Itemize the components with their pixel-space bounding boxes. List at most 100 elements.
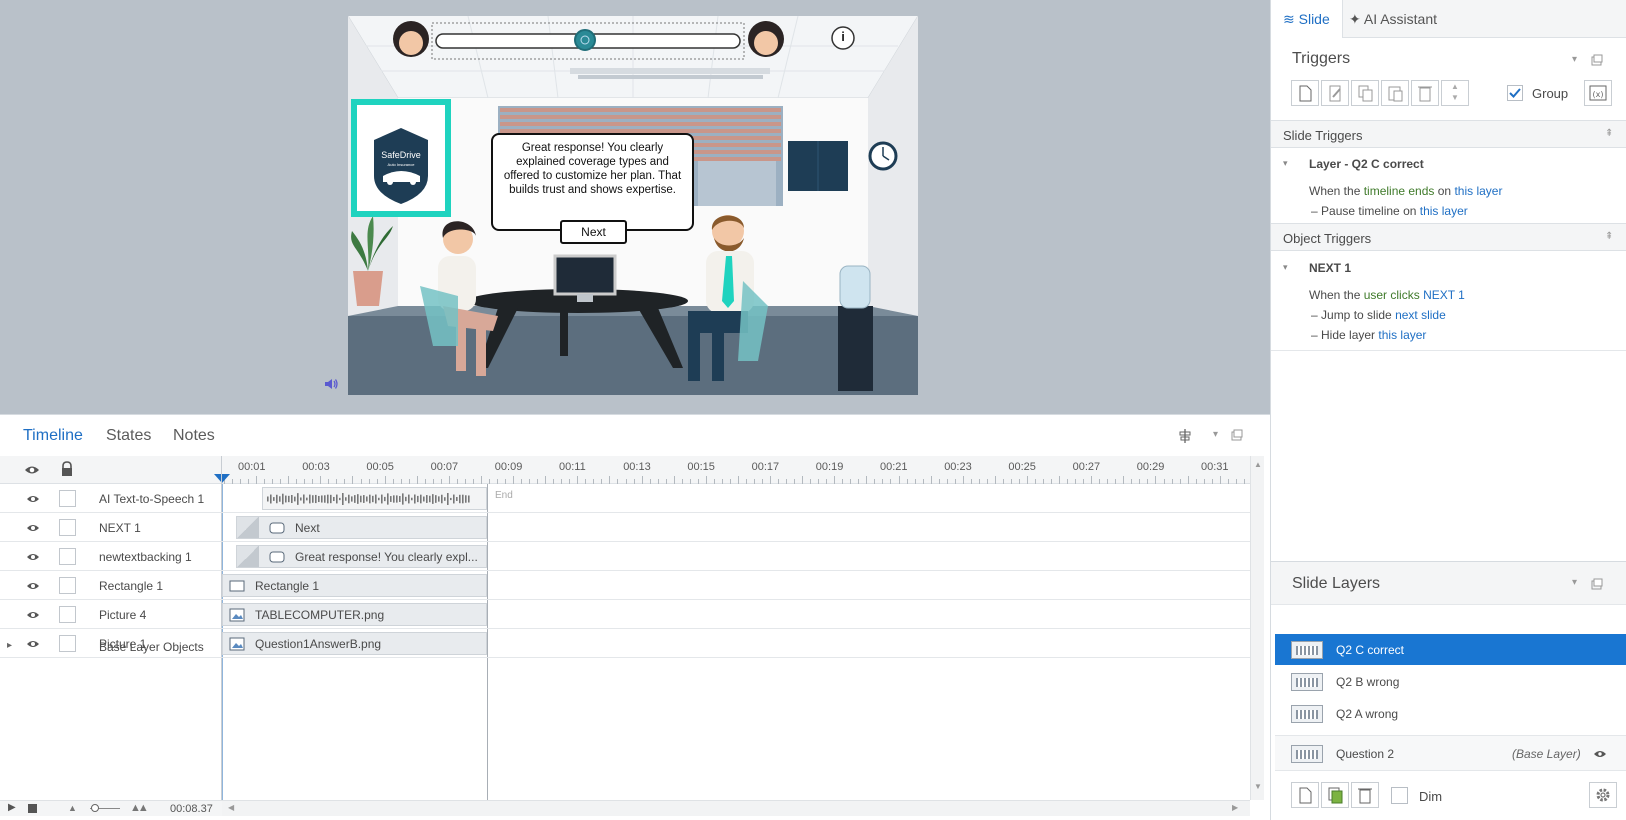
eye-icon[interactable] <box>1593 749 1607 759</box>
timeline-object-bar[interactable]: Great response! You clearly expl... <box>236 545 487 568</box>
entrance-transition[interactable] <box>237 517 259 538</box>
tab-ai-assistant[interactable]: ✦ AI Assistant <box>1337 0 1449 38</box>
layer-row-q2-c-correct[interactable]: Q2 C correct <box>1275 634 1626 665</box>
timeline-object-bar[interactable]: Question1AnswerB.png <box>222 632 487 655</box>
timeline-row[interactable]: newtextbacking 1 Great response! You clea… <box>0 542 1250 571</box>
delete-layer-button[interactable] <box>1351 782 1379 808</box>
timeline-row[interactable]: Rectangle 1 Rectangle 1 <box>0 571 1250 600</box>
slide-trigger-1-action[interactable]: – Pause timeline on this layer <box>1311 204 1468 218</box>
scroll-left-icon[interactable]: ◀ <box>228 803 234 812</box>
duplicate-layer-button[interactable] <box>1321 782 1349 808</box>
panel-menu-icon[interactable]: ▾ <box>1213 429 1218 440</box>
entrance-transition[interactable] <box>237 546 259 567</box>
tab-slide[interactable]: ≋ Slide <box>1271 0 1343 38</box>
move-trigger-buttons[interactable]: ▲ ▼ <box>1441 80 1469 106</box>
layer-row-base[interactable]: Question 2 (Base Layer) <box>1275 735 1626 771</box>
trigger-object[interactable]: this layer <box>1454 184 1502 198</box>
object-trigger-1[interactable]: When the user clicks NEXT 1 <box>1309 288 1465 302</box>
object-trigger-1-action-1[interactable]: – Jump to slide next slide <box>1311 308 1446 322</box>
trigger-event[interactable]: user clicks <box>1364 288 1420 302</box>
zoom-slider-thumb[interactable] <box>91 804 99 812</box>
trigger-action[interactable]: Pause timeline <box>1321 204 1400 218</box>
group-checkbox[interactable] <box>1507 85 1523 101</box>
lock-toggle[interactable] <box>59 490 76 507</box>
layers-undock-icon[interactable] <box>1591 578 1603 590</box>
scroll-up-icon[interactable]: ▲ <box>1254 460 1262 469</box>
row-name[interactable]: Picture 4 <box>99 608 146 622</box>
eye-icon[interactable] <box>26 521 40 535</box>
zoom-in-icon[interactable]: ▲▲ <box>130 802 149 814</box>
triggers-menu-icon[interactable]: ▾ <box>1572 54 1577 65</box>
new-trigger-button[interactable] <box>1291 80 1319 106</box>
stop-icon[interactable] <box>28 804 37 813</box>
new-layer-button[interactable] <box>1291 782 1319 808</box>
trigger-object[interactable]: this layer <box>1420 204 1468 218</box>
delete-trigger-button[interactable] <box>1411 80 1439 106</box>
eye-icon[interactable] <box>26 492 40 506</box>
collapse-icon[interactable]: ⇞ <box>1605 231 1613 242</box>
triggers-undock-icon[interactable] <box>1591 54 1603 66</box>
paste-trigger-button[interactable] <box>1381 80 1409 106</box>
timeline-row[interactable]: NEXT 1 Next <box>0 513 1250 542</box>
expand-arrow-icon[interactable]: ▸ <box>7 640 12 651</box>
trigger-action[interactable]: Jump to slide <box>1321 308 1392 322</box>
tab-notes[interactable]: Notes <box>173 427 215 445</box>
timeline-horizontal-scrollbar[interactable]: ◀ ▶ <box>222 800 1250 816</box>
trigger-object[interactable]: NEXT 1 <box>1423 288 1465 302</box>
zoom-out-icon[interactable]: ▲ <box>68 803 77 813</box>
base-layer-objects-label[interactable]: Base Layer Objects <box>99 640 204 654</box>
layer-row-q2-a-wrong[interactable]: Q2 A wrong <box>1275 698 1626 729</box>
timeline-object-bar[interactable] <box>262 487 487 510</box>
layer-row-q2-b-wrong[interactable]: Q2 B wrong <box>1275 666 1626 697</box>
scroll-right-icon[interactable]: ▶ <box>1232 803 1238 812</box>
playhead-marker[interactable] <box>214 474 230 484</box>
layer-settings-button[interactable] <box>1589 782 1617 808</box>
lock-toggle[interactable] <box>59 577 76 594</box>
variables-button[interactable]: (x) <box>1584 80 1612 106</box>
trigger-object[interactable]: next slide <box>1395 308 1446 322</box>
lock-toggle[interactable] <box>59 548 76 565</box>
object-triggers-header[interactable]: Object Triggers ⇞ <box>1271 223 1626 251</box>
timeline-object-bar[interactable]: Rectangle 1 <box>222 574 487 597</box>
info-icon[interactable]: i <box>838 29 848 44</box>
eye-icon[interactable] <box>26 608 40 622</box>
scroll-down-icon[interactable]: ▼ <box>1254 782 1262 791</box>
layers-menu-icon[interactable]: ▾ <box>1572 577 1577 588</box>
play-icon[interactable]: ▶ <box>8 802 16 813</box>
eye-icon[interactable] <box>26 637 40 651</box>
lock-toggle[interactable] <box>59 606 76 623</box>
timeline-object-bar[interactable]: Next <box>236 516 487 539</box>
lock-all-icon[interactable] <box>60 461 74 477</box>
row-name[interactable]: newtextbacking 1 <box>99 550 192 564</box>
slide-trigger-1[interactable]: When the timeline ends on this layer <box>1309 184 1502 198</box>
object-trigger-1-action-2[interactable]: – Hide layer this layer <box>1311 328 1426 342</box>
trigger-action[interactable]: Hide layer <box>1321 328 1375 342</box>
row-name[interactable]: Rectangle 1 <box>99 579 163 593</box>
object-trigger-group[interactable]: NEXT 1 <box>1309 261 1351 275</box>
row-name[interactable]: AI Text-to-Speech 1 <box>99 492 204 506</box>
timeline-row[interactable]: AI Text-to-Speech 1 <box>0 484 1250 513</box>
next-button[interactable]: Next <box>560 220 627 244</box>
row-name[interactable]: NEXT 1 <box>99 521 141 535</box>
slide-triggers-header[interactable]: Slide Triggers ⇞ <box>1271 120 1626 148</box>
dim-checkbox[interactable] <box>1391 787 1408 804</box>
tab-states[interactable]: States <box>106 427 151 445</box>
layer-trigger-group[interactable]: Layer - Q2 C correct <box>1309 157 1424 171</box>
timeline-vertical-scrollbar[interactable]: ▲ ▼ <box>1250 456 1264 800</box>
slide-canvas[interactable]: SafeDrive Auto Insurance i Great respons… <box>348 16 918 395</box>
copy-trigger-button[interactable] <box>1351 80 1379 106</box>
eye-all-icon[interactable] <box>24 463 40 477</box>
eye-icon[interactable] <box>26 579 40 593</box>
lock-toggle[interactable] <box>59 519 76 536</box>
timeline-object-bar[interactable]: TABLECOMPUTER.png <box>222 603 487 626</box>
layer-group-arrow-icon[interactable]: ▾ <box>1283 158 1288 169</box>
panel-undock-icon[interactable] <box>1231 429 1243 441</box>
trigger-object[interactable]: this layer <box>1378 328 1426 342</box>
timeline-options-icon[interactable] <box>1177 428 1193 444</box>
tab-timeline[interactable]: Timeline <box>23 427 83 445</box>
trigger-event[interactable]: timeline ends <box>1364 184 1435 198</box>
eye-icon[interactable] <box>26 550 40 564</box>
collapse-icon[interactable]: ⇞ <box>1605 128 1613 139</box>
speaker-icon[interactable] <box>323 376 339 392</box>
edit-trigger-button[interactable] <box>1321 80 1349 106</box>
